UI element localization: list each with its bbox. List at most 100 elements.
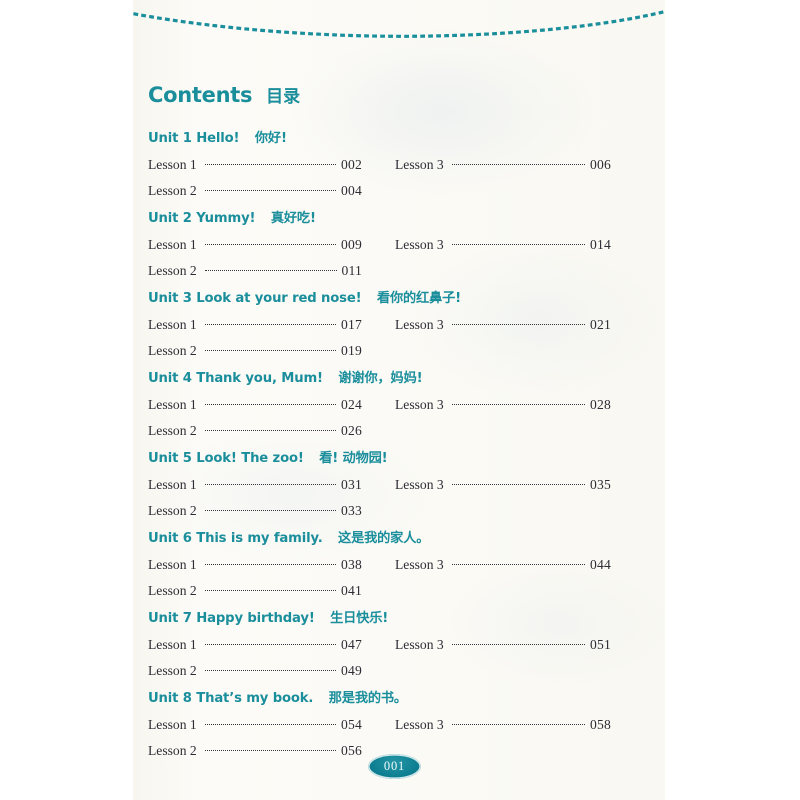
toc-entry[interactable]: Lesson 2 026 xyxy=(148,418,362,444)
lesson-page-number: 028 xyxy=(590,397,611,412)
lesson-label: Lesson 3 xyxy=(395,237,444,252)
page-number-text: 001 xyxy=(383,759,406,774)
unit-heading-zh: 你好! xyxy=(254,131,287,146)
lesson-label: Lesson 3 xyxy=(395,717,444,732)
lesson-rows: Lesson 1 024 Lesson 3 028 Lesson 2 026 xyxy=(148,392,648,444)
unit-heading-zh: 看你的红鼻子! xyxy=(376,291,462,306)
lesson-rows: Lesson 1 047 Lesson 3 051 Lesson 2 049 xyxy=(148,632,648,684)
toc-entry[interactable]: Lesson 3 035 xyxy=(395,472,611,498)
dot-leader xyxy=(451,156,585,169)
page-number-badge: 001 xyxy=(368,754,421,779)
unit-heading-zh: 看! 动物园! xyxy=(319,451,388,466)
toc-entry[interactable]: Lesson 1 031 xyxy=(148,472,362,498)
dot-leader xyxy=(451,716,585,729)
toc-entry[interactable]: Lesson 3 021 xyxy=(395,312,611,338)
dot-leader xyxy=(451,236,585,249)
toc-entry[interactable]: Lesson 3 044 xyxy=(395,552,611,578)
lesson-label: Lesson 1 xyxy=(148,557,197,572)
lesson-page-number: 038 xyxy=(341,557,362,572)
lesson-label: Lesson 2 xyxy=(148,743,197,758)
lesson-page-number: 035 xyxy=(590,477,611,492)
toc-entry[interactable]: Lesson 3 028 xyxy=(395,392,611,418)
unit-heading: Unit 5 Look! The zoo! 看! 动物园! xyxy=(148,450,648,468)
book-page: Contents 目录 Unit 1 Hello! 你好! Lesson 1 0… xyxy=(133,0,665,800)
toc-entry[interactable]: Lesson 3 058 xyxy=(395,712,611,738)
dot-leader xyxy=(204,182,336,195)
dot-leader xyxy=(204,396,336,409)
toc-entry[interactable]: Lesson 3 051 xyxy=(395,632,611,658)
toc-entry[interactable]: Lesson 2 033 xyxy=(148,498,362,524)
toc-entry[interactable]: Lesson 1 054 xyxy=(148,712,362,738)
unit-block: Unit 4 Thank you, Mum! 谢谢你，妈妈! Lesson 1 … xyxy=(148,370,648,450)
toc-entry[interactable]: Lesson 2 004 xyxy=(148,178,362,204)
lesson-page-number: 019 xyxy=(341,343,362,358)
contents-title-zh: 目录 xyxy=(266,87,301,107)
unit-heading-zh: 那是我的书。 xyxy=(328,691,407,706)
unit-heading: Unit 4 Thank you, Mum! 谢谢你，妈妈! xyxy=(148,370,648,388)
page-title: Contents 目录 xyxy=(148,82,300,107)
lesson-rows: Lesson 1 009 Lesson 3 014 Lesson 2 011 xyxy=(148,232,648,284)
lesson-label: Lesson 1 xyxy=(148,317,197,332)
toc-entry[interactable]: Lesson 1 038 xyxy=(148,552,362,578)
lesson-label: Lesson 2 xyxy=(148,663,197,678)
toc-entry[interactable]: Lesson 3 006 xyxy=(395,152,611,178)
dot-leader xyxy=(204,716,336,729)
lesson-page-number: 024 xyxy=(341,397,362,412)
lesson-line: Lesson 2 026 xyxy=(148,418,648,444)
toc-entry[interactable]: Lesson 1 002 xyxy=(148,152,362,178)
toc-entry[interactable]: Lesson 1 024 xyxy=(148,392,362,418)
toc-entry[interactable]: Lesson 2 056 xyxy=(148,738,362,764)
lesson-page-number: 017 xyxy=(341,317,362,332)
toc-entry[interactable]: Lesson 2 011 xyxy=(148,258,362,284)
lesson-label: Lesson 2 xyxy=(148,583,197,598)
lesson-page-number: 002 xyxy=(341,157,362,172)
toc-entry[interactable]: Lesson 1 017 xyxy=(148,312,362,338)
lesson-page-number: 054 xyxy=(341,717,362,732)
unit-heading: Unit 2 Yummy! 真好吃! xyxy=(148,210,648,228)
lesson-page-number: 006 xyxy=(590,157,611,172)
lesson-rows: Lesson 1 002 Lesson 3 006 Lesson 2 004 xyxy=(148,152,648,204)
dot-leader xyxy=(204,262,337,275)
dotted-wave-decoration-icon xyxy=(133,10,665,38)
toc-entry[interactable]: Lesson 2 019 xyxy=(148,338,362,364)
lesson-label: Lesson 1 xyxy=(148,477,197,492)
lesson-label: Lesson 1 xyxy=(148,717,197,732)
unit-block: Unit 7 Happy birthday! 生日快乐! Lesson 1 04… xyxy=(148,610,648,690)
lesson-page-number: 014 xyxy=(590,237,611,252)
dot-leader xyxy=(204,502,336,515)
unit-block: Unit 3 Look at your red nose! 看你的红鼻子! Le… xyxy=(148,290,648,370)
lesson-line: Lesson 1 054 Lesson 3 058 xyxy=(148,712,648,738)
lesson-label: Lesson 2 xyxy=(148,503,197,518)
unit-block: Unit 5 Look! The zoo! 看! 动物园! Lesson 1 0… xyxy=(148,450,648,530)
lesson-label: Lesson 1 xyxy=(148,237,197,252)
lesson-line: Lesson 1 038 Lesson 3 044 xyxy=(148,552,648,578)
lesson-rows: Lesson 1 017 Lesson 3 021 Lesson 2 019 xyxy=(148,312,648,364)
unit-heading-en: Unit 6 This is my family. xyxy=(148,531,323,546)
lesson-label: Lesson 2 xyxy=(148,343,197,358)
unit-block: Unit 6 This is my family. 这是我的家人。 Lesson… xyxy=(148,530,648,610)
lesson-label: Lesson 2 xyxy=(148,423,197,438)
toc-entry[interactable]: Lesson 3 014 xyxy=(395,232,611,258)
lesson-line: Lesson 1 031 Lesson 3 035 xyxy=(148,472,648,498)
lesson-page-number: 009 xyxy=(341,237,362,252)
lesson-page-number: 044 xyxy=(590,557,611,572)
unit-heading-en: Unit 2 Yummy! xyxy=(148,211,256,226)
dot-leader xyxy=(451,556,585,569)
lesson-page-number: 031 xyxy=(341,477,362,492)
dot-leader xyxy=(204,236,336,249)
toc-entry[interactable]: Lesson 1 009 xyxy=(148,232,362,258)
unit-heading-zh: 这是我的家人。 xyxy=(338,531,430,546)
lesson-label: Lesson 2 xyxy=(148,263,197,278)
lesson-label: Lesson 3 xyxy=(395,317,444,332)
toc-entry[interactable]: Lesson 2 041 xyxy=(148,578,362,604)
lesson-line: Lesson 2 033 xyxy=(148,498,648,524)
dot-leader xyxy=(204,476,336,489)
toc-entry[interactable]: Lesson 2 049 xyxy=(148,658,362,684)
dot-leader xyxy=(204,582,336,595)
unit-heading-en: Unit 8 That’s my book. xyxy=(148,691,314,706)
lesson-page-number: 004 xyxy=(341,183,362,198)
toc-entry[interactable]: Lesson 1 047 xyxy=(148,632,362,658)
lesson-page-number: 049 xyxy=(341,663,362,678)
dot-leader xyxy=(204,636,336,649)
lesson-line: Lesson 2 019 xyxy=(148,338,648,364)
